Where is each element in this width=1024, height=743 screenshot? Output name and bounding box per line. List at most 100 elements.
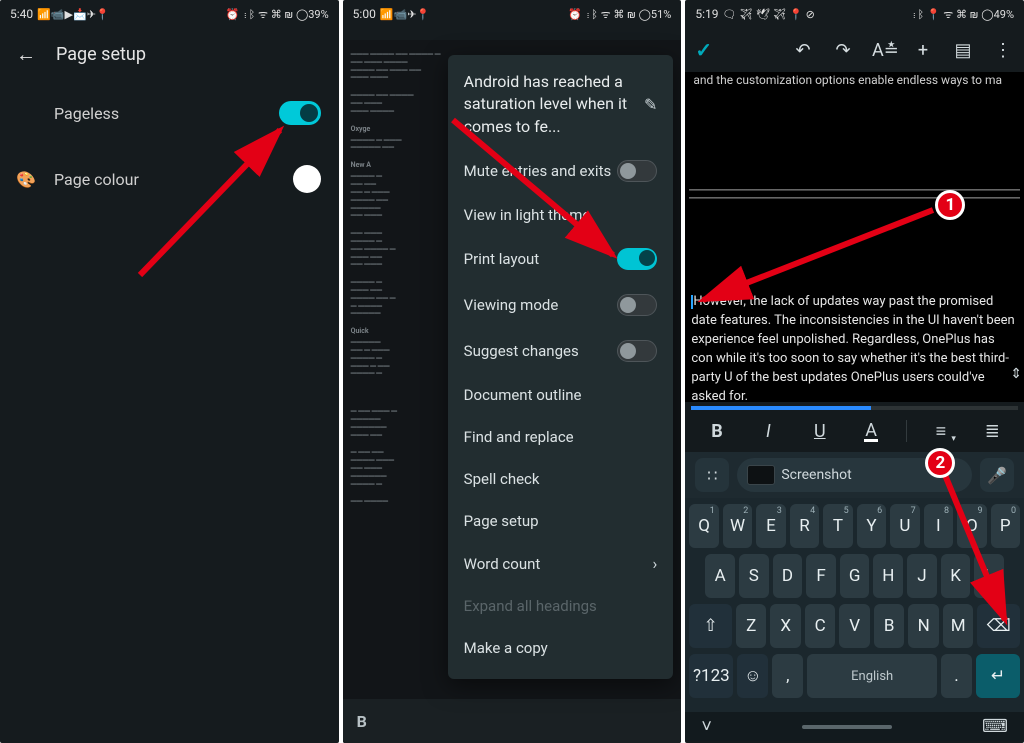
key-b[interactable]: B [874,604,904,648]
key-y[interactable]: 6Y [857,504,886,548]
undo-icon[interactable]: ↶ [792,40,814,61]
key-g[interactable]: G [840,554,870,598]
page-title: Page setup [56,44,146,65]
menu-label: Expand all headings [464,597,597,615]
document-body[interactable]: and the customization options enable end… [685,72,1024,402]
status-battery: ◯49% [981,8,1014,21]
key-enter[interactable]: ↵ [976,654,1020,698]
key-r[interactable]: 4R [790,504,819,548]
key-f[interactable]: F [806,554,836,598]
format-bar: B [343,699,682,743]
status-left-icons: 📶📹✈📍 [380,8,430,21]
menu-page-setup[interactable]: Page setup [448,500,674,542]
edit-title-icon[interactable]: ✎ [644,95,657,114]
status-battery: ◯51% [639,8,672,21]
status-bar: 5:19 🗨 ✈ 🕊 ✈ 📍 ⊘ ⋮ᛒ 📍 ᯤ ⌘ ₪ ◯49% [685,0,1024,28]
overflow-menu: Android has reached a saturation level w… [448,55,674,679]
print-layout-toggle[interactable] [617,248,657,270]
key-z[interactable]: Z [736,604,766,648]
key-w[interactable]: 2W [723,504,752,548]
key-period[interactable]: . [941,654,972,698]
voice-input-icon[interactable]: 🎤 [980,458,1014,492]
document-title[interactable]: Android has reached a saturation level w… [464,71,644,138]
viewing-mode-toggle[interactable] [617,294,657,316]
menu-find-replace[interactable]: Find and replace [448,416,674,458]
menu-mute-entries[interactable]: Mute entries and exits [448,148,674,194]
key-l[interactable]: L [974,554,1004,598]
key-space[interactable]: English [807,654,937,698]
key-symbols[interactable]: ?123 [689,654,733,698]
key-e[interactable]: 3E [756,504,785,548]
text-color-button[interactable]: A [854,420,888,442]
row-page-colour[interactable]: 🎨 Page colour [0,145,339,213]
key-u[interactable]: 7U [890,504,919,548]
more-icon[interactable]: ⋮ [992,40,1014,61]
key-shift[interactable]: ⇧ [689,604,732,648]
keyboard-switch-icon[interactable]: ⌨ [982,716,1008,737]
redo-icon[interactable]: ↷ [832,40,854,61]
chevron-right-icon: › [653,554,658,573]
suggest-changes-toggle[interactable] [617,340,657,362]
bold-button[interactable]: B [700,421,734,442]
underline-button[interactable]: U [803,421,837,442]
row-pageless[interactable]: Pageless [0,81,339,145]
pageless-toggle[interactable] [279,101,321,125]
back-icon[interactable]: ← [16,42,36,67]
key-j[interactable]: J [907,554,937,598]
keyboard-collapse-icon[interactable]: ˅ [701,716,712,737]
text-format-icon[interactable]: A≛ [872,40,894,61]
menu-suggest-changes[interactable]: Suggest changes [448,328,674,374]
key-m[interactable]: M [943,604,973,648]
list-button[interactable]: ≣ [975,421,1009,442]
key-d[interactable]: D [773,554,803,598]
key-q[interactable]: 1Q [689,504,718,548]
paragraph-text[interactable]: However, the lack of updates way past th… [689,289,1020,410]
comment-icon[interactable]: ▤ [952,40,974,61]
menu-document-outline[interactable]: Document outline [448,374,674,416]
menu-viewing-mode[interactable]: Viewing mode [448,282,674,328]
menu-label: Mute entries and exits [464,162,612,180]
menu-make-copy[interactable]: Make a copy [448,627,674,669]
palette-icon: 🎨 [16,170,36,189]
confirm-icon[interactable]: ✓ [695,38,712,62]
key-c[interactable]: C [805,604,835,648]
status-right-icons: ⋮ᛒ 📍 ᯤ ⌘ ₪ [911,7,978,22]
keyboard-menu-icon[interactable]: ∷ [695,458,729,492]
status-time: 5:19 [695,7,718,21]
key-k[interactable]: K [941,554,971,598]
menu-word-count[interactable]: Word count › [448,542,674,585]
gesture-handle[interactable] [802,725,892,729]
key-t[interactable]: 5T [823,504,852,548]
insert-icon[interactable]: + [912,40,934,61]
align-button[interactable]: ≡▾ [924,421,958,442]
scroll-handle-icon[interactable]: ⇕ [1010,364,1022,384]
italic-button[interactable]: I [751,421,785,442]
bold-icon[interactable]: B [357,712,367,731]
key-emoji[interactable]: ☺ [737,654,768,698]
menu-spell-check[interactable]: Spell check [448,458,674,500]
menu-print-layout[interactable]: Print layout [448,236,674,282]
screenshot-page-setup: 5:40 📶📹▶📩✈📍 ⏰ ⋮ᛒ ᯤ ⌘ ₪ ◯39% ← Page setup… [0,0,339,743]
page-colour-swatch[interactable] [293,165,321,193]
key-comma[interactable]: , [772,654,803,698]
key-h[interactable]: H [873,554,903,598]
menu-view-light-theme[interactable]: View in light theme [448,194,674,236]
menu-label: Viewing mode [464,296,559,314]
key-o[interactable]: 9O [957,504,986,548]
snippet-top: and the customization options enable end… [689,72,1020,89]
key-n[interactable]: N [908,604,938,648]
navigation-bar: ˅ ⌨ [685,712,1024,741]
status-time: 5:40 [10,7,33,21]
menu-label: Spell check [464,470,540,488]
menu-label: Document outline [464,386,582,404]
key-v[interactable]: V [839,604,869,648]
key-p[interactable]: 0P [991,504,1020,548]
key-i[interactable]: 8I [924,504,953,548]
key-a[interactable]: A [705,554,735,598]
key-x[interactable]: X [770,604,800,648]
status-right-icons: ⏰ ⋮ᛒ ᯤ ⌘ ₪ [226,7,293,22]
key-backspace[interactable]: ⌫ [977,604,1020,648]
key-s[interactable]: S [739,554,769,598]
status-right-icons: ⏰ ⋮ᛒ ᯤ ⌘ ₪ [568,7,635,22]
mute-toggle[interactable] [617,160,657,182]
